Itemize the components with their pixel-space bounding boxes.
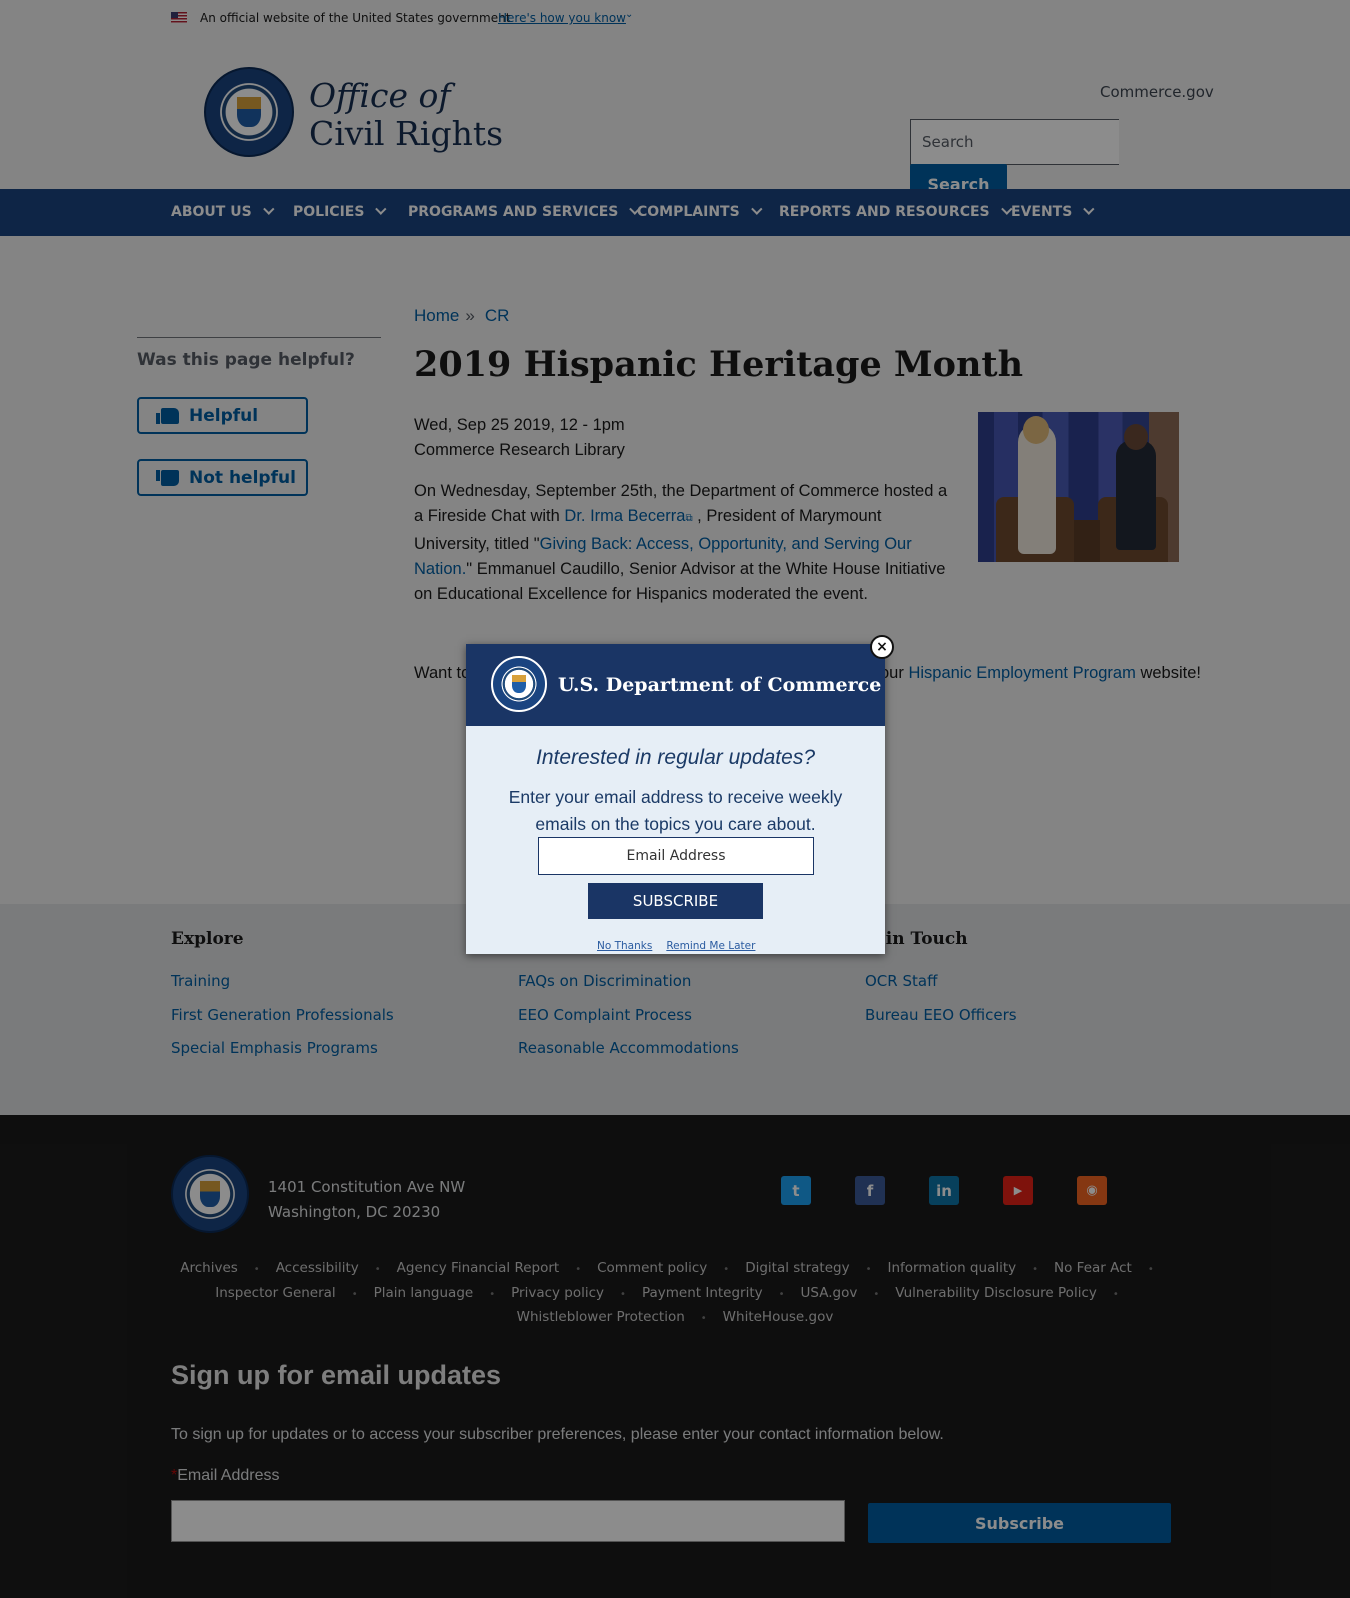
modal-subscribe-button[interactable]: SUBSCRIBE [588,883,763,919]
modal-org-name: U.S. Department of Commerce [558,674,882,696]
commerce-seal-logo [491,656,547,712]
modal-email-input[interactable]: Email Address [538,837,814,875]
email-signup-modal: U.S. Department of Commerce Interested i… [466,644,885,954]
modal-header: U.S. Department of Commerce [466,644,885,726]
modal-question: Interested in regular updates? [535,746,816,769]
close-icon[interactable]: × [870,635,894,659]
no-thanks-link[interactable]: No Thanks [597,940,652,952]
modal-description: Enter your email address to receive week… [508,787,843,834]
remind-later-link[interactable]: Remind Me Later [666,940,755,952]
modal-secondary-links: No Thanks Remind Me Later [597,940,755,952]
